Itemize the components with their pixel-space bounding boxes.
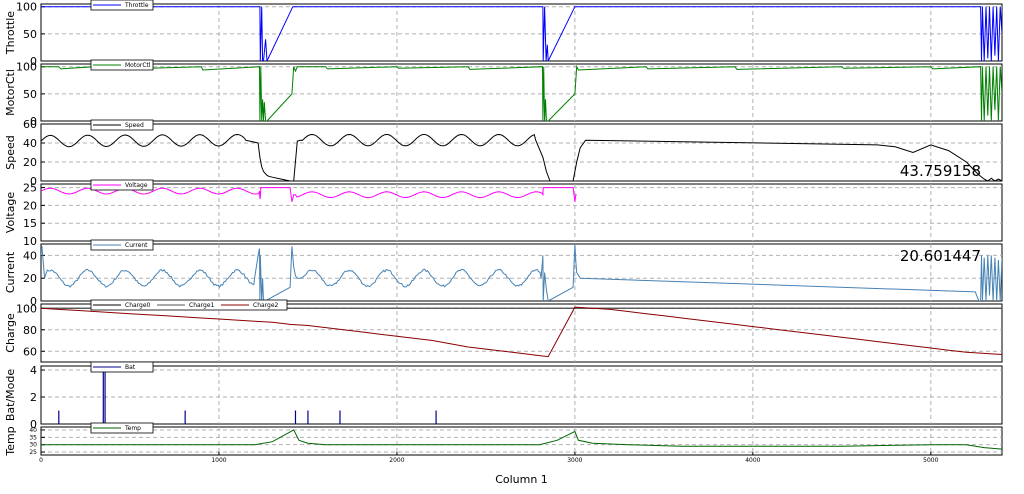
legend-entry: Bat — [125, 364, 136, 371]
y-tick-label: 100 — [16, 302, 37, 315]
y-tick-label: 25 — [29, 449, 37, 456]
x-axis-label: Column 1 — [495, 473, 548, 486]
legend: Speed — [90, 119, 154, 131]
x-tick-label: 4000 — [745, 457, 760, 464]
panel-7: 024Bat/ModeBat — [4, 361, 1003, 431]
y-tick-label: 100 — [16, 1, 37, 14]
x-tick-label: 3000 — [567, 457, 582, 464]
y-tick-label: 15 — [23, 217, 37, 230]
y-tick-label: 100 — [16, 61, 37, 74]
legend: Bat — [90, 361, 154, 373]
legend-entry: Charge2 — [253, 302, 279, 309]
legend: Temp — [90, 422, 154, 434]
y-axis-label: Bat/Mode — [4, 369, 17, 422]
panel-2: 050100MotorCtlMotorCtl — [4, 59, 1003, 128]
panel-6: 60 80 100Charge Charge0 Charge1 Charge2 — [4, 299, 1003, 363]
y-tick-label: 20 — [23, 156, 37, 169]
y-axis-label: Speed — [4, 135, 17, 169]
panel-frame — [40, 183, 1003, 242]
y-tick-label: 20 — [23, 199, 37, 212]
y-tick-label: 10 — [23, 235, 37, 248]
y-axis-label: MotorCtl — [4, 69, 17, 116]
y-axis-label: Current — [4, 251, 17, 293]
legend-entry: Voltage — [125, 182, 148, 189]
value-annotation: 20.601447 — [900, 247, 981, 265]
panel-frame — [40, 243, 1003, 302]
y-tick-label: 35 — [29, 434, 37, 441]
panel-3: 0204060SpeedSpeed43.759158 — [4, 118, 1003, 188]
chart-canvas: 050100ThrottleThrottle050100MotorCtlMoto… — [4, 0, 1003, 486]
x-tick-label: 1000 — [211, 457, 226, 464]
x-tick-label: 0 — [39, 457, 43, 464]
y-axis-label: Temp — [4, 426, 17, 456]
y-tick-label: 2 — [30, 391, 37, 404]
x-tick-label: 2000 — [389, 457, 404, 464]
legend-entry: Charge1 — [189, 302, 215, 309]
y-tick-label: 50 — [23, 88, 37, 101]
panel-1: 050100ThrottleThrottle — [4, 0, 1003, 68]
legend: MotorCtl — [90, 59, 154, 71]
value-annotation: 43.759158 — [900, 162, 981, 180]
panel-frame — [40, 426, 1003, 456]
y-tick-label: 40 — [29, 427, 37, 434]
legend: Throttle — [90, 0, 154, 11]
legend-entry: Charge0 — [125, 302, 151, 309]
legend-entry: Current — [125, 242, 148, 249]
panel-frame — [40, 123, 1003, 182]
panel-5: 02040CurrentCurrent20.601447 — [4, 239, 1003, 308]
panel-8: 25303540 Temp Temp — [4, 422, 1003, 457]
panel-frame — [40, 3, 1003, 62]
y-tick-label: 60 — [23, 345, 37, 358]
y-tick-label: 80 — [23, 324, 37, 337]
legend: Voltage — [90, 179, 154, 191]
legend: Current — [90, 239, 154, 251]
y-tick-label: 30 — [29, 442, 37, 449]
y-axis-label: Charge — [4, 313, 17, 353]
y-tick-label: 40 — [23, 249, 37, 262]
legend-entry: MotorCtl — [125, 62, 151, 69]
y-tick-label: 4 — [30, 364, 37, 377]
y-tick-label: 25 — [23, 182, 37, 195]
y-tick-label: 50 — [23, 28, 37, 41]
x-tick-label: 5000 — [923, 457, 938, 464]
y-tick-label: 40 — [23, 137, 37, 150]
y-tick-label: 60 — [23, 118, 37, 131]
panel-frame — [40, 63, 1003, 122]
legend-entry: Speed — [125, 122, 144, 129]
y-tick-label: 20 — [23, 272, 37, 285]
legend: Charge0 Charge1 Charge2 — [90, 299, 288, 311]
legend-entry: Throttle — [124, 2, 149, 9]
multi-panel-chart: 0 50 100 Throttle Throttle 0 50 100 MotorCtl Moto… — [0, 0, 1024, 490]
y-axis-label: Voltage — [4, 192, 17, 233]
legend-entry: Temp — [124, 425, 141, 432]
y-axis-label: Throttle — [4, 11, 17, 55]
panel-4: 10 15 20 25 Voltage Voltage — [4, 179, 1003, 248]
